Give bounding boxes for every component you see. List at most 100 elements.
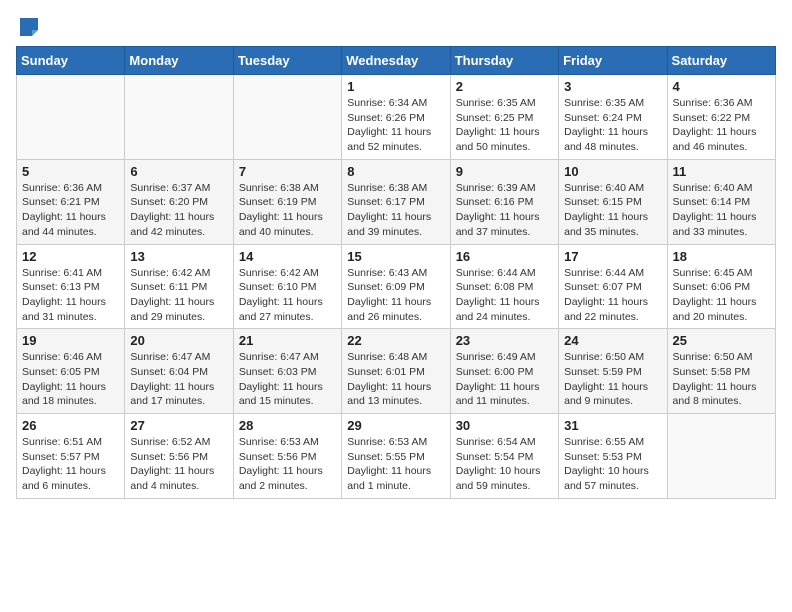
day-number: 13 (130, 249, 227, 264)
day-info: Sunrise: 6:40 AM Sunset: 6:14 PM Dayligh… (673, 181, 770, 240)
calendar-cell: 16 Sunrise: 6:44 AM Sunset: 6:08 PM Dayli… (450, 244, 558, 329)
calendar-cell (667, 414, 775, 499)
day-number: 24 (564, 333, 661, 348)
day-number: 16 (456, 249, 553, 264)
day-number: 15 (347, 249, 444, 264)
calendar-cell: 27 Sunrise: 6:52 AM Sunset: 5:56 PM Dayli… (125, 414, 233, 499)
weekday-header-sunday: Sunday (17, 47, 125, 75)
calendar-cell: 24Sunrise: 6:50 AM Sunset: 5:59 PM Dayli… (559, 329, 667, 414)
calendar-cell (17, 75, 125, 160)
day-number: 9 (456, 164, 553, 179)
weekday-header-monday: Monday (125, 47, 233, 75)
day-number: 19 (22, 333, 119, 348)
day-number: 11 (673, 164, 770, 179)
day-number: 30 (456, 418, 553, 433)
day-number: 1 (347, 79, 444, 94)
calendar-cell (233, 75, 341, 160)
day-info: Sunrise: 6:42 AM Sunset: 6:10 PM Dayligh… (239, 266, 336, 325)
calendar-week-5: 26Sunrise: 6:51 AM Sunset: 5:57 PM Dayli… (17, 414, 776, 499)
day-info: Sunrise: 6:53 AM Sunset: 5:55 PM Dayligh… (347, 435, 444, 494)
day-info: Sunrise: 6:46 AM Sunset: 6:05 PM Dayligh… (22, 350, 119, 409)
day-info: Sunrise: 6:53 AM Sunset: 5:56 PM Dayligh… (239, 435, 336, 494)
day-info: Sunrise: 6:38 AM Sunset: 6:17 PM Dayligh… (347, 181, 444, 240)
day-info: Sunrise: 6:39 AM Sunset: 6:16 PM Dayligh… (456, 181, 553, 240)
day-info: Sunrise: 6:44 AM Sunset: 6:08 PM Dayligh… (456, 266, 553, 325)
day-number: 3 (564, 79, 661, 94)
calendar-cell: 8Sunrise: 6:38 AM Sunset: 6:17 PM Daylig… (342, 159, 450, 244)
calendar-cell: 14 Sunrise: 6:42 AM Sunset: 6:10 PM Dayli… (233, 244, 341, 329)
day-info: Sunrise: 6:41 AM Sunset: 6:13 PM Dayligh… (22, 266, 119, 325)
calendar-header-row: SundayMondayTuesdayWednesdayThursdayFrid… (17, 47, 776, 75)
day-info: Sunrise: 6:37 AM Sunset: 6:20 PM Dayligh… (130, 181, 227, 240)
calendar-cell: 7 Sunrise: 6:38 AM Sunset: 6:19 PM Daylig… (233, 159, 341, 244)
calendar-week-2: 5 Sunrise: 6:36 AM Sunset: 6:21 PM Daylig… (17, 159, 776, 244)
day-number: 31 (564, 418, 661, 433)
calendar-week-4: 19 Sunrise: 6:46 AM Sunset: 6:05 PM Dayli… (17, 329, 776, 414)
calendar-cell: 6 Sunrise: 6:37 AM Sunset: 6:20 PM Daylig… (125, 159, 233, 244)
day-number: 2 (456, 79, 553, 94)
day-info: Sunrise: 6:47 AM Sunset: 6:04 PM Dayligh… (130, 350, 227, 409)
weekday-header-friday: Friday (559, 47, 667, 75)
calendar-cell: 23 Sunrise: 6:49 AM Sunset: 6:00 PM Dayli… (450, 329, 558, 414)
weekday-header-thursday: Thursday (450, 47, 558, 75)
day-number: 14 (239, 249, 336, 264)
day-info: Sunrise: 6:55 AM Sunset: 5:53 PM Dayligh… (564, 435, 661, 494)
logo (16, 16, 40, 34)
calendar-cell: 21 Sunrise: 6:47 AM Sunset: 6:03 PM Dayli… (233, 329, 341, 414)
day-info: Sunrise: 6:36 AM Sunset: 6:21 PM Dayligh… (22, 181, 119, 240)
calendar-cell: 29Sunrise: 6:53 AM Sunset: 5:55 PM Dayli… (342, 414, 450, 499)
day-info: Sunrise: 6:44 AM Sunset: 6:07 PM Dayligh… (564, 266, 661, 325)
day-number: 23 (456, 333, 553, 348)
calendar-cell: 9 Sunrise: 6:39 AM Sunset: 6:16 PM Daylig… (450, 159, 558, 244)
day-info: Sunrise: 6:52 AM Sunset: 5:56 PM Dayligh… (130, 435, 227, 494)
calendar-cell: 31 Sunrise: 6:55 AM Sunset: 5:53 PM Dayli… (559, 414, 667, 499)
day-number: 6 (130, 164, 227, 179)
calendar-cell: 25Sunrise: 6:50 AM Sunset: 5:58 PM Dayli… (667, 329, 775, 414)
calendar-cell: 3 Sunrise: 6:35 AM Sunset: 6:24 PM Daylig… (559, 75, 667, 160)
weekday-header-saturday: Saturday (667, 47, 775, 75)
calendar-cell: 4 Sunrise: 6:36 AM Sunset: 6:22 PM Daylig… (667, 75, 775, 160)
day-number: 5 (22, 164, 119, 179)
day-number: 12 (22, 249, 119, 264)
day-info: Sunrise: 6:49 AM Sunset: 6:00 PM Dayligh… (456, 350, 553, 409)
logo-icon (18, 16, 40, 38)
day-info: Sunrise: 6:43 AM Sunset: 6:09 PM Dayligh… (347, 266, 444, 325)
day-number: 18 (673, 249, 770, 264)
day-info: Sunrise: 6:38 AM Sunset: 6:19 PM Dayligh… (239, 181, 336, 240)
calendar-cell: 10 Sunrise: 6:40 AM Sunset: 6:15 PM Dayli… (559, 159, 667, 244)
calendar-week-1: 1 Sunrise: 6:34 AM Sunset: 6:26 PM Daylig… (17, 75, 776, 160)
day-number: 25 (673, 333, 770, 348)
calendar-cell: 20 Sunrise: 6:47 AM Sunset: 6:04 PM Dayli… (125, 329, 233, 414)
day-number: 7 (239, 164, 336, 179)
day-number: 27 (130, 418, 227, 433)
day-number: 28 (239, 418, 336, 433)
calendar-cell: 2 Sunrise: 6:35 AM Sunset: 6:25 PM Daylig… (450, 75, 558, 160)
calendar-cell: 17 Sunrise: 6:44 AM Sunset: 6:07 PM Dayli… (559, 244, 667, 329)
day-number: 10 (564, 164, 661, 179)
day-info: Sunrise: 6:54 AM Sunset: 5:54 PM Dayligh… (456, 435, 553, 494)
calendar-cell: 12 Sunrise: 6:41 AM Sunset: 6:13 PM Dayli… (17, 244, 125, 329)
calendar-cell: 26Sunrise: 6:51 AM Sunset: 5:57 PM Dayli… (17, 414, 125, 499)
day-number: 22 (347, 333, 444, 348)
calendar-cell: 28 Sunrise: 6:53 AM Sunset: 5:56 PM Dayli… (233, 414, 341, 499)
day-info: Sunrise: 6:42 AM Sunset: 6:11 PM Dayligh… (130, 266, 227, 325)
calendar-cell: 18Sunrise: 6:45 AM Sunset: 6:06 PM Dayli… (667, 244, 775, 329)
calendar-cell (125, 75, 233, 160)
calendar-cell: 5 Sunrise: 6:36 AM Sunset: 6:21 PM Daylig… (17, 159, 125, 244)
calendar-cell: 22 Sunrise: 6:48 AM Sunset: 6:01 PM Dayli… (342, 329, 450, 414)
day-info: Sunrise: 6:48 AM Sunset: 6:01 PM Dayligh… (347, 350, 444, 409)
calendar-table: SundayMondayTuesdayWednesdayThursdayFrid… (16, 46, 776, 499)
day-info: Sunrise: 6:34 AM Sunset: 6:26 PM Dayligh… (347, 96, 444, 155)
day-info: Sunrise: 6:40 AM Sunset: 6:15 PM Dayligh… (564, 181, 661, 240)
day-info: Sunrise: 6:35 AM Sunset: 6:24 PM Dayligh… (564, 96, 661, 155)
calendar-cell: 13 Sunrise: 6:42 AM Sunset: 6:11 PM Dayli… (125, 244, 233, 329)
day-info: Sunrise: 6:36 AM Sunset: 6:22 PM Dayligh… (673, 96, 770, 155)
calendar-cell: 30 Sunrise: 6:54 AM Sunset: 5:54 PM Dayli… (450, 414, 558, 499)
day-info: Sunrise: 6:47 AM Sunset: 6:03 PM Dayligh… (239, 350, 336, 409)
day-number: 20 (130, 333, 227, 348)
day-number: 21 (239, 333, 336, 348)
day-info: Sunrise: 6:35 AM Sunset: 6:25 PM Dayligh… (456, 96, 553, 155)
day-number: 4 (673, 79, 770, 94)
day-number: 17 (564, 249, 661, 264)
calendar-cell: 11 Sunrise: 6:40 AM Sunset: 6:14 PM Dayli… (667, 159, 775, 244)
